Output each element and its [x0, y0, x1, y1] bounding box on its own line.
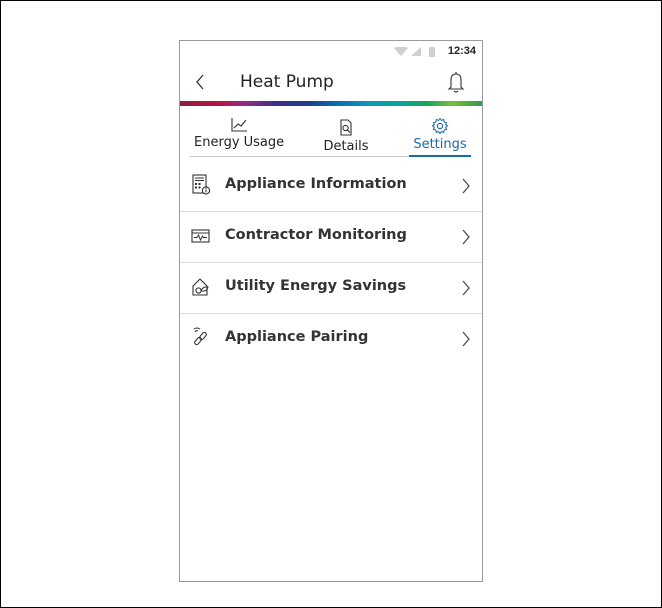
- tab-label: Details: [323, 139, 369, 154]
- list-item-utility-energy-savings[interactable]: Utility Energy Savings: [180, 263, 482, 314]
- chart-line-icon: [231, 118, 247, 132]
- tab-label: Energy Usage: [194, 135, 285, 150]
- monitor-pulse-icon: [191, 229, 210, 243]
- signal-icon: [411, 47, 421, 56]
- tab-details[interactable]: Details: [318, 113, 374, 155]
- brand-supergraphic: [180, 101, 482, 106]
- chevron-right-icon: [462, 178, 470, 194]
- list-item-contractor-monitoring[interactable]: Contractor Monitoring: [180, 212, 482, 263]
- app-bar: Heat Pump: [180, 67, 482, 99]
- chevron-right-icon: [462, 280, 470, 296]
- tab-settings[interactable]: Settings: [405, 113, 475, 155]
- list-item-label: Appliance Information: [225, 176, 407, 192]
- appliance-info-icon: [192, 174, 211, 195]
- tab-label: Settings: [413, 137, 467, 152]
- page-title: Heat Pump: [240, 72, 334, 92]
- list-item-label: Utility Energy Savings: [225, 278, 407, 294]
- status-icons: [394, 47, 435, 57]
- chevron-right-icon: [462, 331, 470, 347]
- list-item-appliance-information[interactable]: Appliance Information: [180, 161, 482, 212]
- status-time: 12:34: [447, 45, 476, 57]
- settings-list: Appliance Information Contractor Monitor…: [180, 161, 482, 364]
- tab-energy-usage[interactable]: Energy Usage: [194, 113, 284, 155]
- notifications-button[interactable]: [446, 70, 466, 94]
- phone-screen: 12:34 Heat Pump Energy Usage Details Set…: [179, 40, 483, 582]
- tab-bar: Energy Usage Details Settings: [190, 113, 471, 157]
- chevron-left-icon: [196, 74, 204, 90]
- link-pairing-icon: [193, 327, 207, 346]
- bell-icon: [447, 72, 465, 93]
- gear-icon: [431, 117, 449, 135]
- chevron-right-icon: [462, 229, 470, 245]
- house-leaf-icon: [192, 278, 209, 296]
- document-search-icon: [340, 119, 352, 136]
- active-tab-indicator: [409, 155, 471, 157]
- status-bar: 12:34: [180, 41, 482, 63]
- battery-icon: [429, 47, 435, 57]
- list-item-appliance-pairing[interactable]: Appliance Pairing: [180, 314, 482, 364]
- list-item-label: Contractor Monitoring: [225, 227, 407, 243]
- wifi-icon: [394, 47, 408, 56]
- back-button[interactable]: [192, 69, 210, 95]
- list-item-label: Appliance Pairing: [225, 329, 369, 345]
